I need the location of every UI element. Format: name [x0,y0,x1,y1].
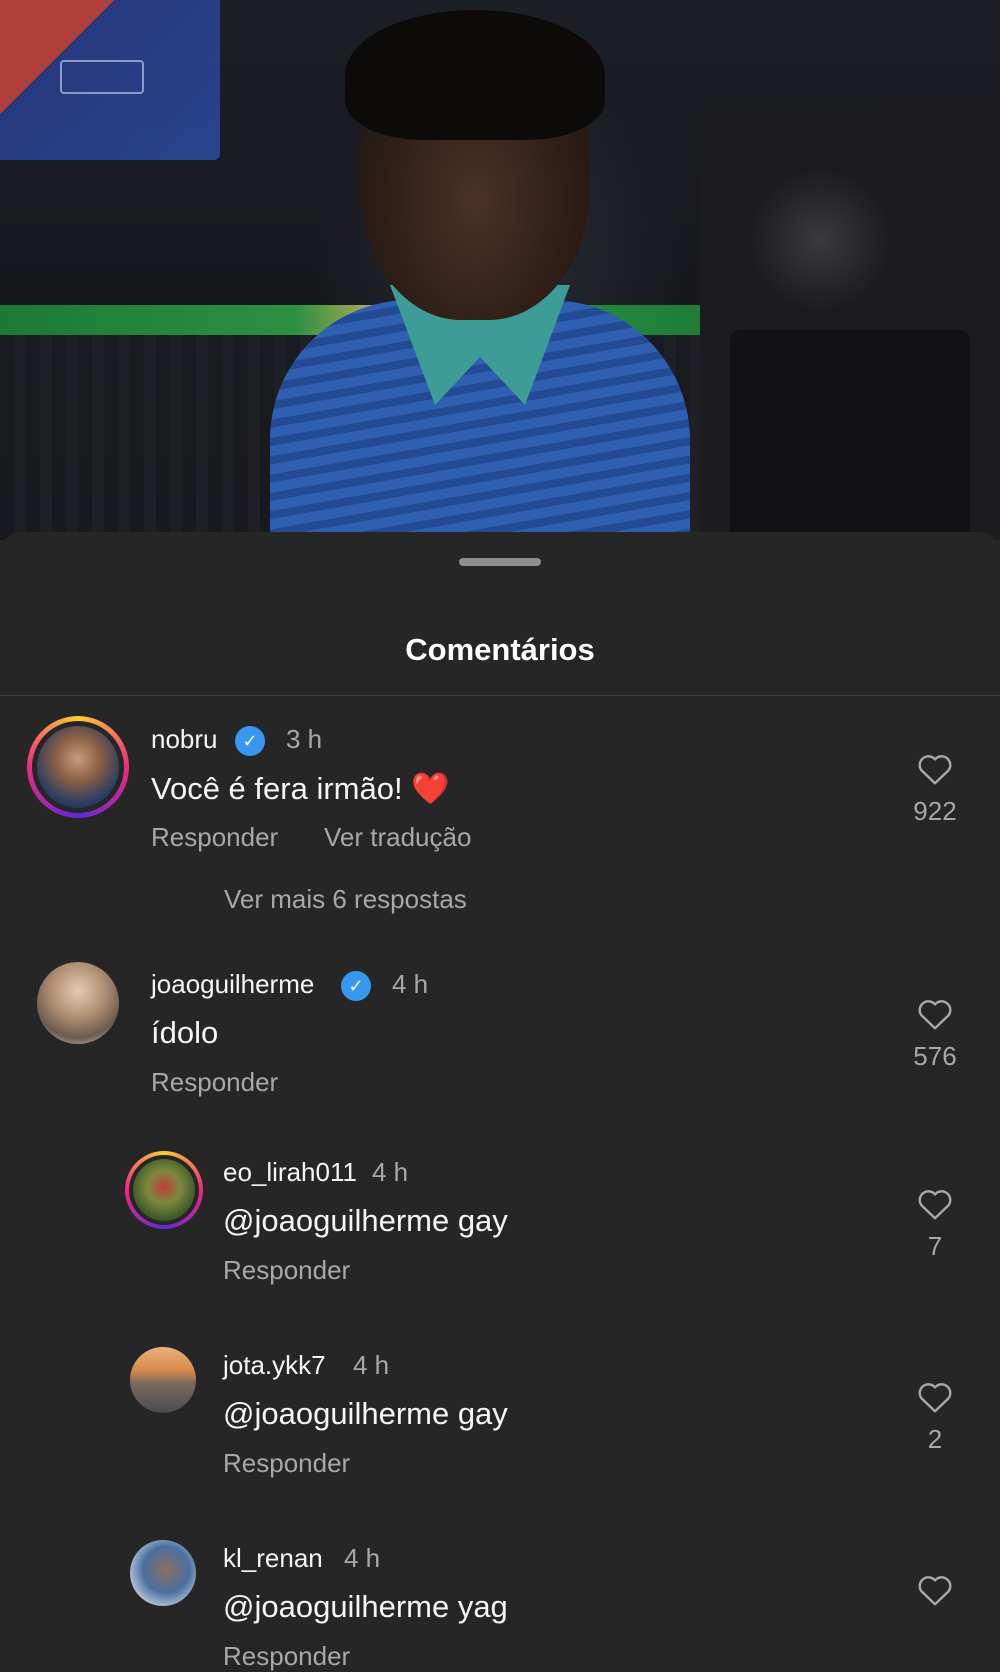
like-count: 7 [927,1231,943,1261]
like-count: 576 [913,1041,957,1071]
heart-icon [918,1000,952,1030]
heart-icon [918,1383,952,1413]
avatar[interactable] [125,1151,203,1229]
comment-username[interactable]: nobru [151,724,218,755]
like-button[interactable]: 922 [905,752,965,827]
comment-time: 3 h [286,724,323,754]
like-button[interactable]: 7 [905,1187,965,1262]
comment-text: ídolo [151,1015,219,1050]
comment-item: joaoguilherme ✓ 4 h ídolo Responder 576 [0,957,1000,1097]
comment-item: nobru ✓ 3 h Você é fera irmão! ❤️ Respon… [0,712,1000,915]
verified-badge-icon: ✓ [341,971,371,1001]
heart-emoji: ❤️ [411,771,450,806]
heart-icon [918,755,952,785]
like-button[interactable]: 2 [905,1380,965,1455]
verified-badge-icon: ✓ [235,726,265,756]
reply-item: eo_lirah011 4 h @joaoguilherme gay Respo… [0,1149,1000,1289]
translate-button[interactable]: Ver tradução [324,822,471,853]
comment-time: 4 h [392,969,429,999]
avatar[interactable] [130,1540,196,1606]
reply-button[interactable]: Responder [151,1067,278,1098]
heart-icon [918,1576,952,1606]
reply-text: @joaoguilherme gay [223,1396,508,1431]
view-more-replies-button[interactable]: Ver mais 6 respostas [224,884,467,915]
reply-text: @joaoguilherme yag [223,1589,508,1624]
reply-button[interactable]: Responder [151,822,278,853]
reply-item: kl_renan 4 h @joaoguilherme yag Responde… [0,1535,1000,1672]
reply-button[interactable]: Responder [223,1255,350,1286]
avatar[interactable] [37,962,119,1044]
player-hair [345,10,605,140]
broadcast-camera [700,110,1000,540]
avatar[interactable] [27,716,129,818]
reply-time: 4 h [344,1543,381,1573]
reply-text: @joaoguilherme gay [223,1203,508,1238]
divider [0,695,1000,696]
reply-time: 4 h [372,1157,409,1187]
reply-button[interactable]: Responder [223,1448,350,1479]
like-button[interactable] [905,1573,965,1617]
reply-button[interactable]: Responder [223,1641,350,1672]
like-count: 2 [927,1424,943,1454]
heart-icon [918,1190,952,1220]
avatar[interactable] [130,1347,196,1413]
reply-item: jota.ykk7 4 h @joaoguilherme gay Respond… [0,1342,1000,1482]
reply-username[interactable]: jota.ykk7 [223,1350,326,1381]
post-photo [0,0,1000,540]
sheet-title: Comentários [405,632,595,667]
like-button[interactable]: 576 [905,997,965,1072]
comment-username[interactable]: joaoguilherme [151,969,314,1000]
comments-sheet: Comentários nobru ✓ 3 h Você é fera irmã… [0,532,1000,1672]
sheet-drag-handle[interactable] [459,558,541,566]
reply-username[interactable]: eo_lirah011 [223,1157,357,1188]
comment-text: Você é fera irmão! ❤️ [151,771,450,806]
like-count: 922 [913,796,957,826]
stadium-scoreboard [0,0,220,160]
reply-time: 4 h [353,1350,390,1380]
reply-username[interactable]: kl_renan [223,1543,323,1574]
